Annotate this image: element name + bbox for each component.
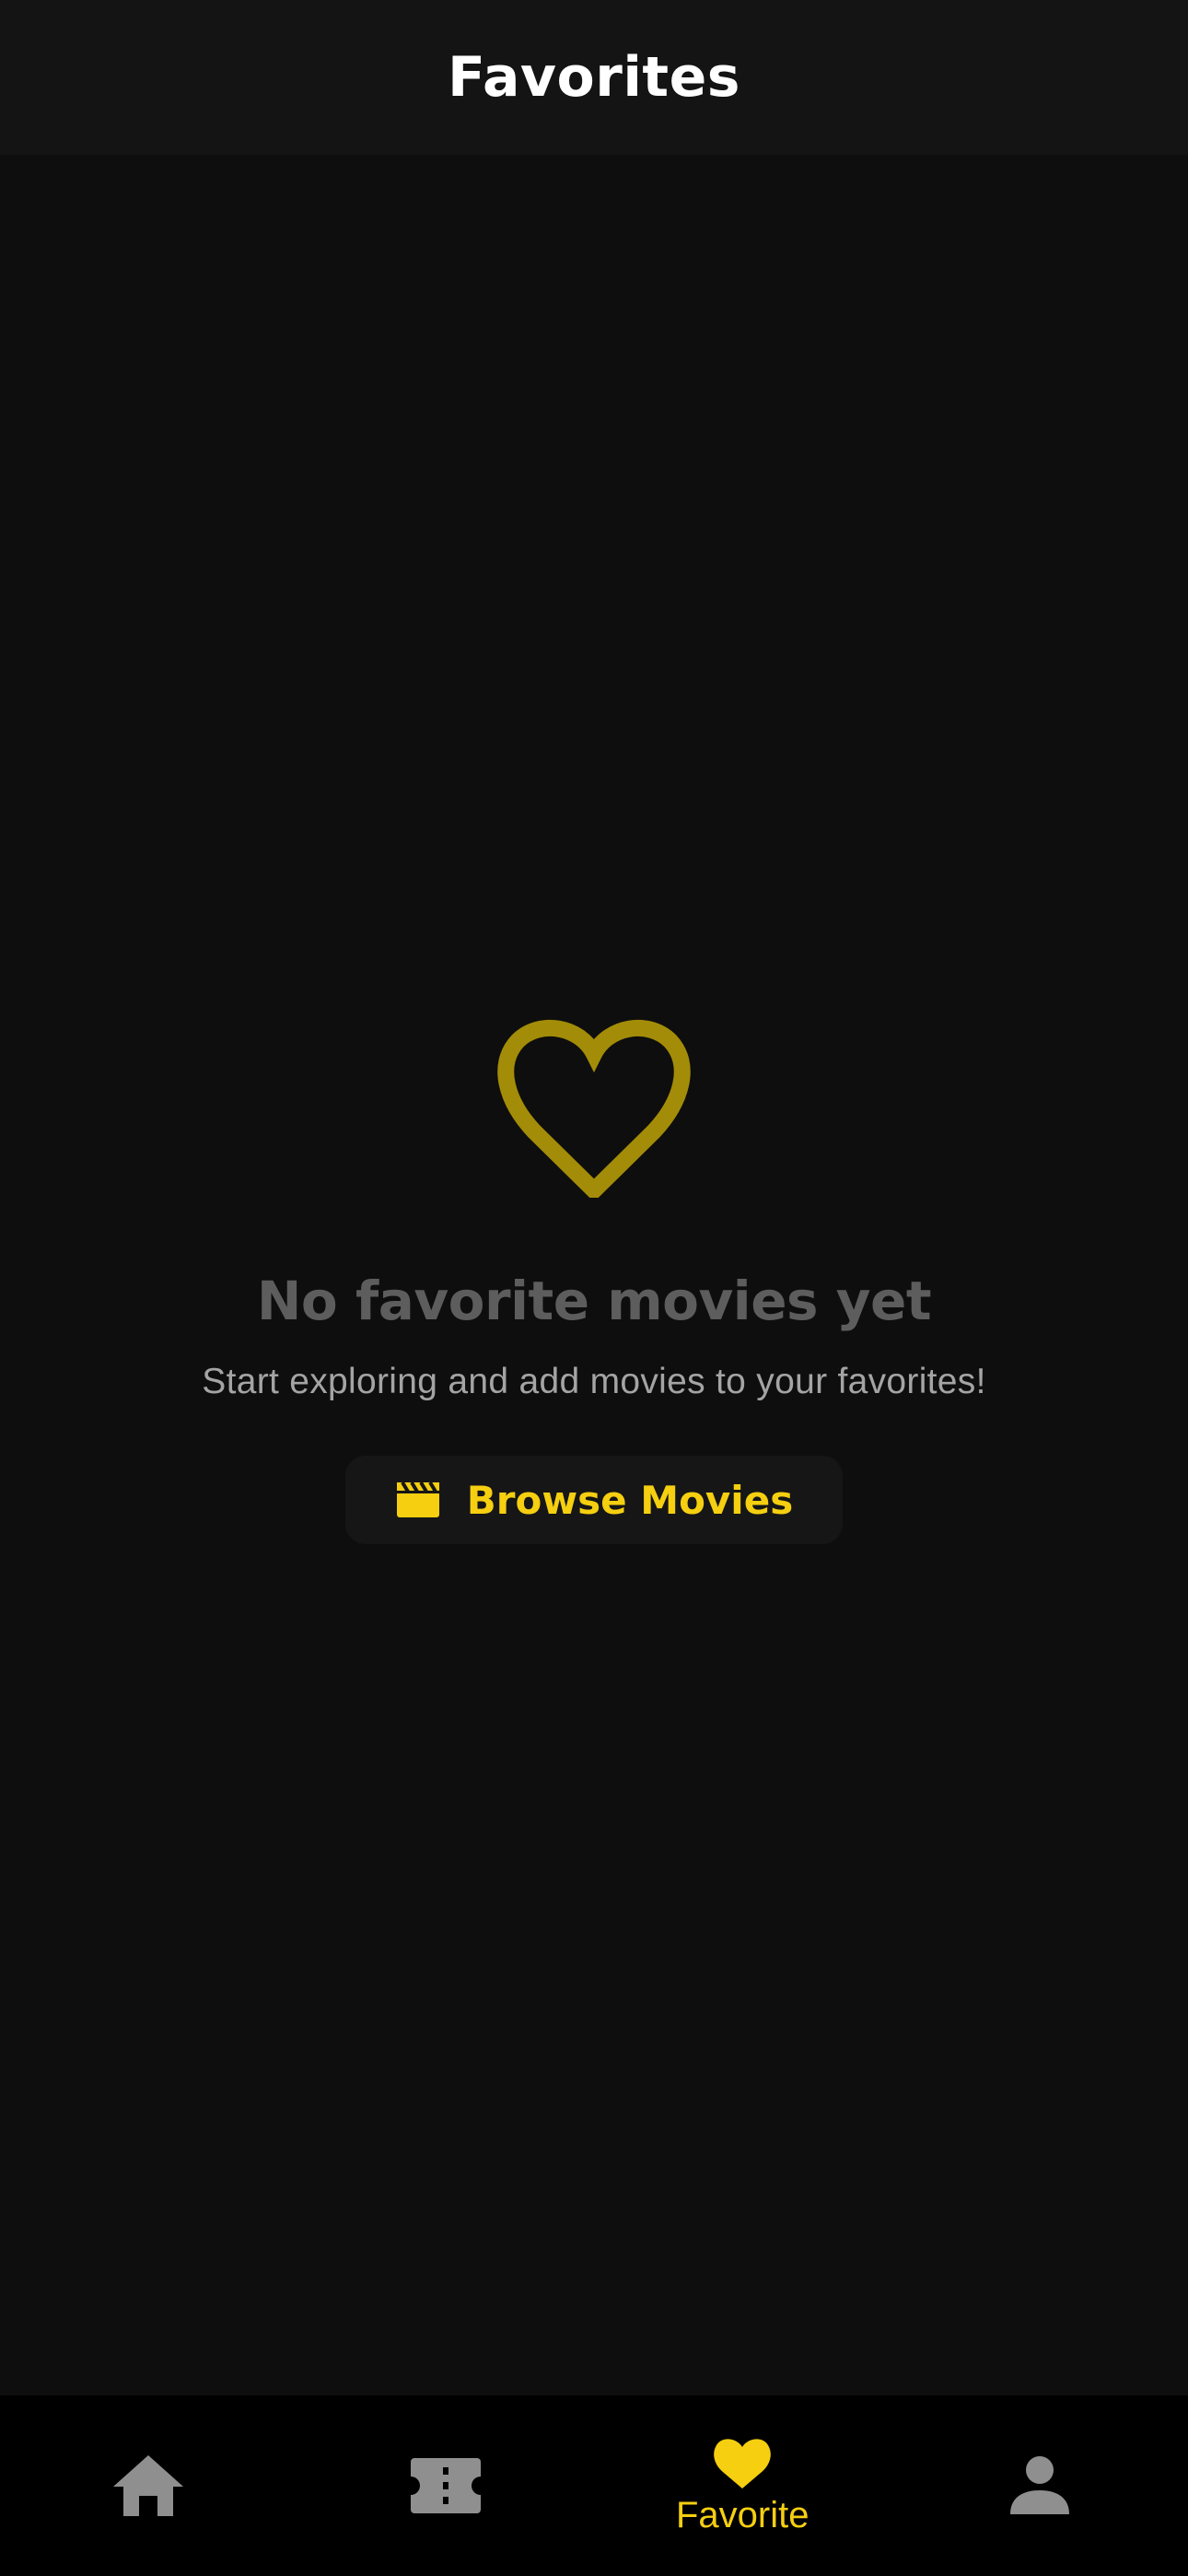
empty-subtitle: Start exploring and add movies to your f… [202,1362,986,1401]
ticket-icon [410,2458,481,2513]
clapperboard-icon [396,1481,439,1517]
nav-label-favorite: Favorite [676,2494,809,2535]
empty-state: No favorite movies yet Start exploring a… [0,1013,1188,1544]
nav-item-profile[interactable] [891,2395,1188,2576]
nav-item-favorite[interactable]: Favorite [594,2395,891,2576]
browse-movies-button[interactable]: Browse Movies [345,1456,843,1544]
top-bar: Favorites [0,0,1188,155]
empty-title: No favorite movies yet [256,1270,932,1332]
bottom-nav: Favorite [0,2395,1188,2576]
nav-item-tickets[interactable] [297,2395,595,2576]
heart-outline-icon [497,1020,691,1198]
page-title: Favorites [447,45,741,110]
nav-item-home[interactable] [0,2395,297,2576]
home-icon [113,2455,184,2516]
person-icon [1009,2456,1069,2514]
browse-movies-label: Browse Movies [466,1477,794,1523]
heart-icon [714,2438,772,2488]
favorites-screen: Favorites No favorite movies yet Start e… [0,0,1188,2576]
